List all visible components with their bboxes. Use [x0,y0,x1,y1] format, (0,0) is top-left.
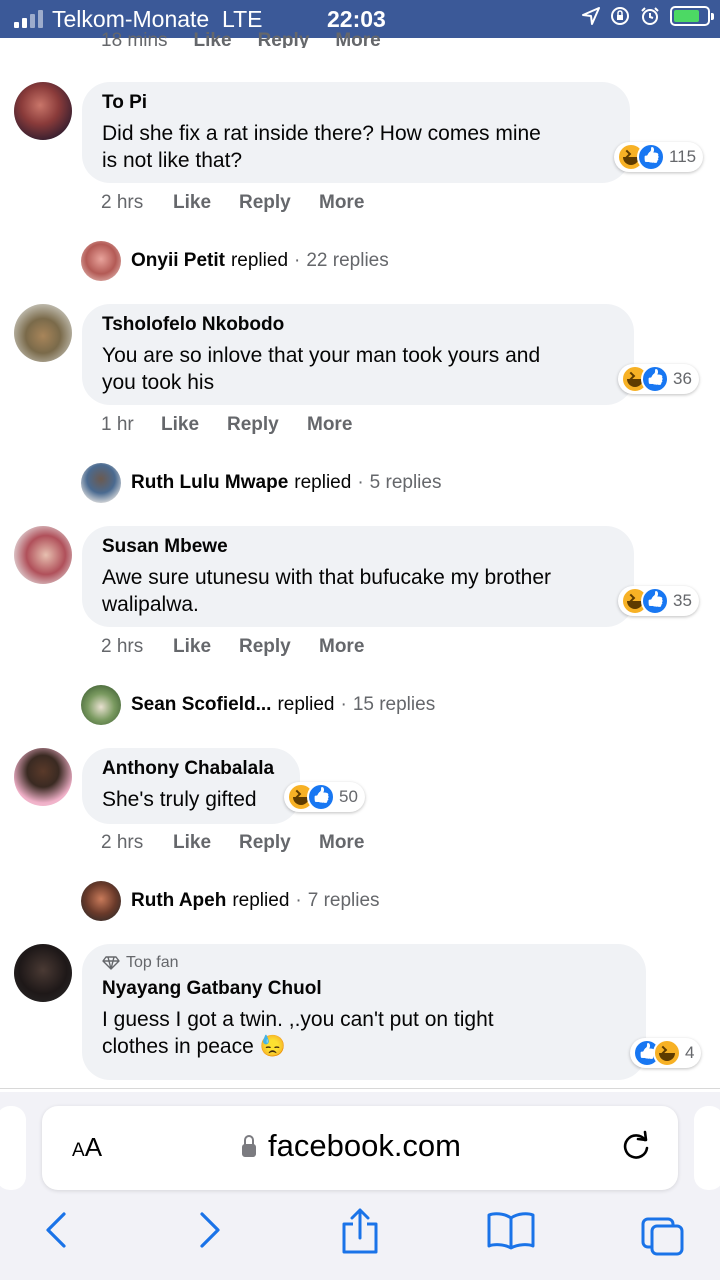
reply-link[interactable]: Reply [239,636,319,658]
more-link[interactable]: More [319,832,364,854]
like-reaction-icon [641,365,669,393]
comment-actions: 2 hrs Like Reply More [101,832,364,854]
comment-bubble: Top fan Nyayang Gatbany Chuol I guess I … [82,944,646,1080]
avatar [81,241,121,281]
comment-actions: 2 hrs Like Reply More [101,636,364,658]
diamond-icon [102,956,120,970]
browser-toolbar: AA facebook.com [0,1092,720,1280]
avatar [81,463,121,503]
reader-settings-button[interactable]: AA [72,1132,102,1163]
url-text: facebook.com [268,1128,461,1163]
like-link[interactable]: Like [161,414,227,436]
avatar[interactable] [14,748,72,806]
like-reaction-icon [307,783,335,811]
comment-text: She's truly gifted [102,788,257,811]
replies-link[interactable]: Ruth Lulu Mwape replied · 5 replies [81,463,441,503]
like-reaction-icon [641,587,669,615]
comment-bubble: Tsholofelo Nkobodo You are so inlove tha… [82,304,634,405]
forward-icon[interactable] [194,1210,226,1250]
avatar[interactable] [14,944,72,1002]
comment-time: 1 hr [101,414,134,435]
comment-time: 2 hrs [101,832,144,853]
more-link[interactable]: More [307,414,352,436]
comment-text: I guess I got a twin. ,.you can't put on… [102,1008,494,1058]
haha-reaction-icon [653,1039,681,1067]
divider [0,1088,720,1089]
next-tab-edge[interactable] [694,1106,720,1190]
comment-bubble: Susan Mbewe Awe sure utunesu with that b… [82,526,634,627]
reaction-count: 36 [673,369,692,388]
comment-time: 2 hrs [101,192,144,213]
bookmarks-icon[interactable] [486,1210,536,1250]
alarm-icon [641,7,659,25]
reaction-summary[interactable]: 35 [618,586,699,616]
avatar [81,685,121,725]
avatar [81,881,121,921]
comment-text: Awe sure utunesu with that bufucake my b… [102,566,552,616]
avatar[interactable] [14,82,72,140]
replies-link[interactable]: Ruth Apeh replied · 7 replies [81,881,380,921]
lock-icon [242,1134,256,1157]
like-link[interactable]: Like [173,832,239,854]
comment-author[interactable]: Susan Mbewe [102,536,614,558]
comment-time: 2 hrs [101,636,144,657]
reaction-count: 35 [673,591,692,610]
comment-author[interactable]: To Pi [102,92,610,114]
comment-author[interactable]: Tsholofelo Nkobodo [102,314,614,336]
like-link[interactable]: Like [173,192,239,214]
signal-icon [14,10,43,28]
reaction-count: 4 [685,1043,695,1062]
comment-bubble: To Pi Did she fix a rat inside there? Ho… [82,82,630,183]
comment-actions: 1 hr Like Reply More [101,414,352,436]
avatar[interactable] [14,526,72,584]
reaction-count: 50 [339,787,358,806]
cut-off-action-row: 18 mins Like Reply More [101,30,381,48]
comment-text: Did she fix a rat inside there? How come… [102,122,541,172]
reaction-summary[interactable]: 115 [614,142,704,172]
replies-link[interactable]: Onyii Petit replied · 22 replies [81,241,389,281]
like-link[interactable]: Like [173,636,239,658]
reaction-summary[interactable]: 4 [630,1038,702,1068]
comment-text: You are so inlove that your man took you… [102,344,541,394]
back-icon[interactable] [40,1210,72,1250]
address-bar[interactable]: AA facebook.com [42,1106,678,1190]
comment-author[interactable]: Anthony Chabalala [102,758,280,780]
more-link[interactable]: More [319,636,364,658]
replies-link[interactable]: Sean Scofield... replied · 15 replies [81,685,435,725]
reaction-summary[interactable]: 50 [284,782,365,812]
rotation-lock-icon [611,7,629,25]
like-reaction-icon [637,143,665,171]
avatar[interactable] [14,304,72,362]
comment-author[interactable]: Nyayang Gatbany Chuol [102,978,626,1000]
tabs-icon[interactable] [640,1216,686,1256]
top-fan-badge: Top fan [102,954,626,972]
battery-icon [670,6,714,26]
reaction-count: 115 [669,147,697,166]
more-link[interactable]: More [319,192,364,214]
reaction-summary[interactable]: 36 [618,364,699,394]
comment-actions: 2 hrs Like Reply More [101,192,364,214]
location-icon [582,7,600,25]
previous-tab-edge[interactable] [0,1106,26,1190]
comment-bubble: Anthony Chabalala She's truly gifted [82,748,300,824]
reply-link[interactable]: Reply [239,192,319,214]
reply-link[interactable]: Reply [227,414,307,436]
reply-link[interactable]: Reply [239,832,319,854]
reload-icon[interactable] [618,1128,654,1164]
share-icon[interactable] [340,1206,380,1256]
